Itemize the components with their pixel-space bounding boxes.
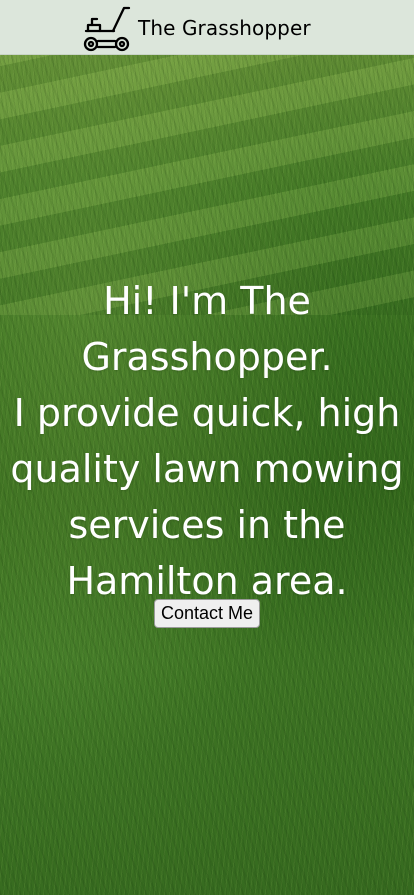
brand-title: The Grasshopper [138, 16, 311, 40]
hero-section: Hi! I'm The Grasshopper. I provide quick… [0, 55, 414, 895]
contact-button[interactable]: Contact Me [154, 599, 260, 628]
lawn-mower-icon [83, 6, 131, 52]
hero-heading: Hi! I'm The Grasshopper. I provide quick… [0, 273, 414, 609]
brand[interactable]: The Grasshopper [83, 3, 311, 53]
hero-line-quality: quality lawn mowing [10, 447, 404, 491]
hero-line-name: Grasshopper. [81, 335, 333, 379]
hero-line-service: I provide quick, high [13, 391, 401, 435]
hero-line-greeting: Hi! I'm The [103, 279, 311, 323]
site-header: The Grasshopper [0, 0, 414, 55]
hero-line-services: services in the [68, 503, 346, 547]
